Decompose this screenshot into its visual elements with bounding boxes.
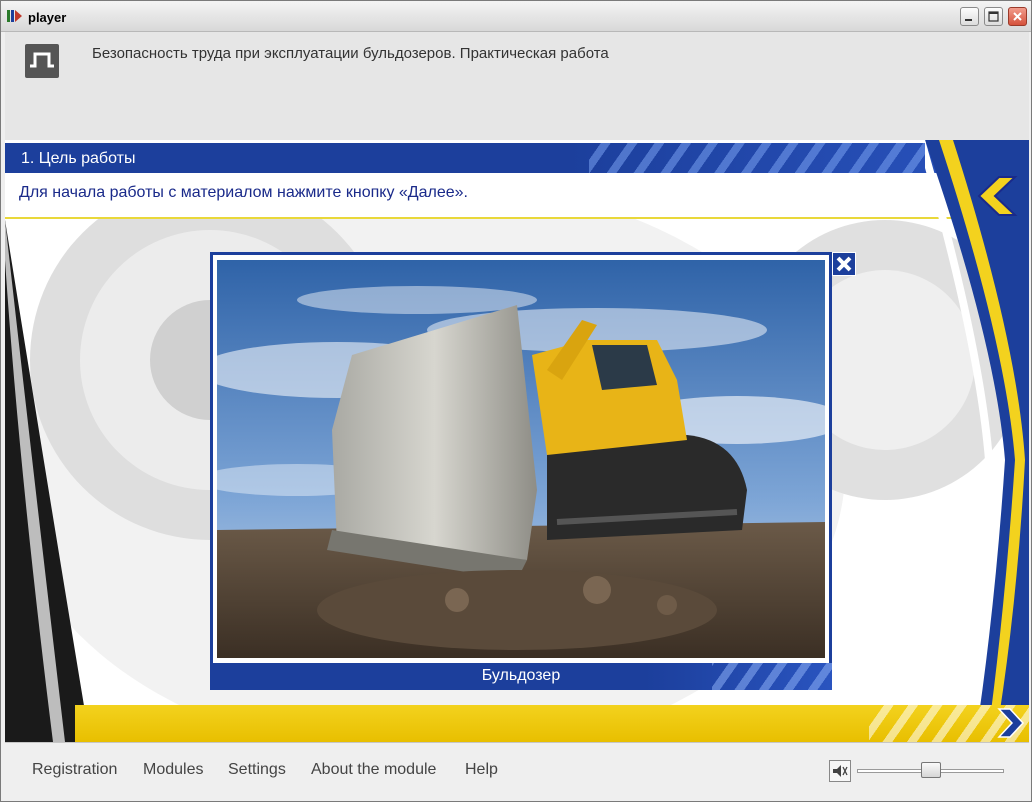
speaker-icon[interactable] [829,760,851,782]
back-arrow-icon[interactable] [975,173,1019,219]
lesson-content: 1. Цель работы Для начала работы с матер… [5,140,1029,742]
course-logo-icon [25,44,59,78]
maximize-icon [988,11,999,22]
instruction-text: Для начала работы с материалом нажмите к… [19,184,468,201]
minimize-button[interactable] [960,7,979,26]
image-frame [213,255,829,663]
player-app-icon [7,10,22,22]
close-icon [836,256,852,272]
volume-slider-thumb[interactable] [920,762,941,778]
course-title: Безопасность труда при эксплуатации буль… [92,45,609,62]
menu-modules[interactable]: Modules [143,761,203,779]
instruction-bar: Для начала работы с материалом нажмите к… [5,173,1029,219]
image-popup: Бульдозер [210,252,832,690]
navigation-band [75,705,1029,742]
section-title: 1. Цель работы [21,150,136,167]
image-caption: Бульдозер [481,667,561,684]
bulldozer-photo [217,260,825,658]
popup-close-button[interactable] [832,252,856,276]
menu-settings[interactable]: Settings [228,761,286,779]
close-window-button[interactable] [1008,7,1027,26]
maximize-button[interactable] [984,7,1003,26]
menu-about-module[interactable]: About the module [311,761,436,779]
menu-registration[interactable]: Registration [32,761,117,779]
footer-menu-bar: Registration Modules Settings About the … [5,742,1029,800]
next-arrow-icon[interactable] [993,706,1027,740]
course-header: Безопасность труда при эксплуатации буль… [5,32,1029,140]
right-side-panel [925,140,1029,742]
player-window: player Безопасность труда при эксплуатац… [0,0,1032,802]
section-stripes [589,143,929,173]
title-bar: player [1,1,1031,32]
caption-bar: Бульдозер [210,663,832,690]
menu-help[interactable]: Help [465,761,498,779]
section-header: 1. Цель работы [5,143,1029,173]
window-title: player [28,10,67,25]
close-icon [1013,12,1022,21]
minimize-icon [965,19,972,21]
